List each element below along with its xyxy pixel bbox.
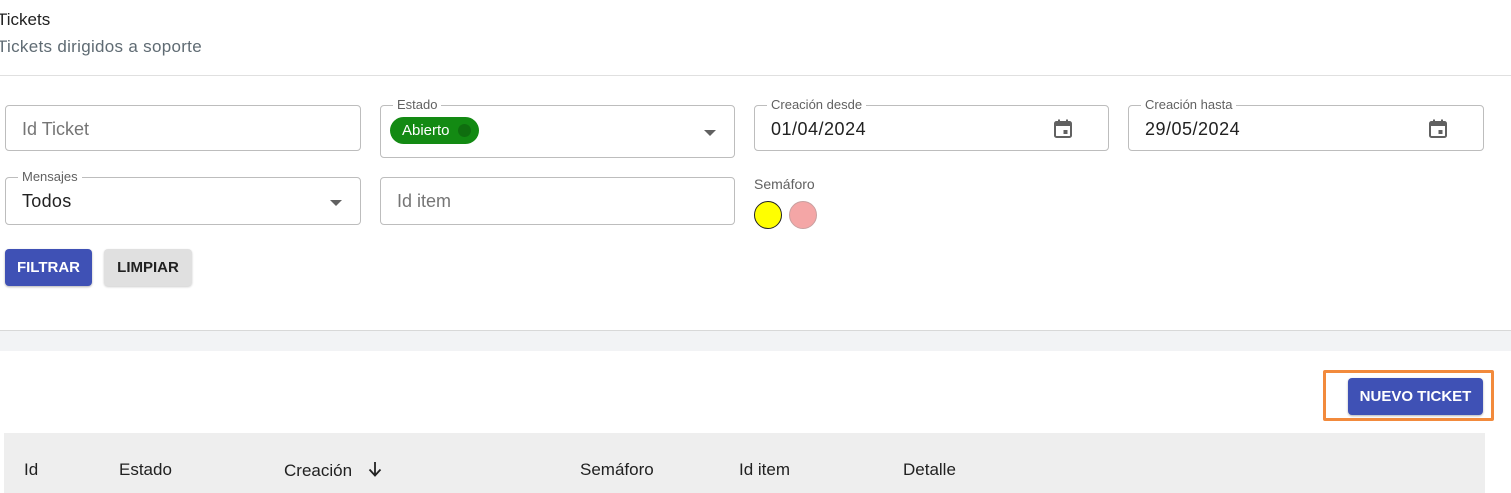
mensajes-label: Mensajes <box>18 169 82 185</box>
nuevo-ticket-button[interactable]: NUEVO TICKET <box>1348 378 1483 415</box>
estado-chip[interactable]: Abierto <box>390 117 479 144</box>
creacion-hasta-label: Creación hasta <box>1141 97 1237 113</box>
id-item-field[interactable]: Id item <box>380 177 735 225</box>
semaforo-red-toggle[interactable] <box>789 201 817 229</box>
estado-chip-label: Abierto <box>402 122 450 139</box>
filtrar-button[interactable]: FILTRAR <box>5 249 92 286</box>
creacion-hasta-field[interactable]: Creación hasta 29/05/2024 <box>1128 97 1484 151</box>
column-header-semaforo[interactable]: Semáforo <box>580 460 654 480</box>
mensajes-select[interactable]: Mensajes Todos <box>5 169 361 225</box>
chip-close-icon[interactable] <box>457 124 471 137</box>
column-header-id-item[interactable]: Id item <box>739 460 790 480</box>
page-subtitle: Tickets dirigidos a soporte <box>0 37 202 56</box>
estado-label: Estado <box>393 97 442 113</box>
mensajes-value: Todos <box>22 191 72 211</box>
section-divider <box>0 330 1511 351</box>
creacion-hasta-value: 29/05/2024 <box>1145 119 1241 139</box>
semaforo-label: Semáforo <box>754 176 815 192</box>
id-item-placeholder: Id item <box>397 191 452 211</box>
semaforo-yellow-toggle[interactable] <box>754 201 782 229</box>
calendar-icon[interactable] <box>1051 117 1075 141</box>
column-header-detalle[interactable]: Detalle <box>903 460 956 480</box>
chevron-down-icon[interactable] <box>330 200 342 206</box>
creacion-desde-field[interactable]: Creación desde 01/04/2024 <box>754 97 1109 151</box>
id-ticket-placeholder: Id Ticket <box>22 119 90 139</box>
column-header-creacion[interactable]: Creación <box>284 460 383 481</box>
calendar-icon[interactable] <box>1426 117 1450 141</box>
limpiar-button[interactable]: LIMPIAR <box>104 249 192 286</box>
column-header-estado[interactable]: Estado <box>119 460 172 480</box>
estado-select[interactable]: Estado Abierto <box>380 97 735 158</box>
column-header-creacion-label: Creación <box>284 461 353 480</box>
chevron-down-icon[interactable] <box>704 130 716 136</box>
creacion-desde-label: Creación desde <box>767 97 867 113</box>
sort-arrow-down-icon[interactable] <box>367 460 383 478</box>
creacion-desde-value: 01/04/2024 <box>771 119 867 139</box>
page-title: Tickets <box>0 10 51 29</box>
header-divider <box>0 75 1511 76</box>
column-header-id[interactable]: Id <box>24 460 38 480</box>
id-ticket-field[interactable]: Id Ticket <box>5 105 361 151</box>
